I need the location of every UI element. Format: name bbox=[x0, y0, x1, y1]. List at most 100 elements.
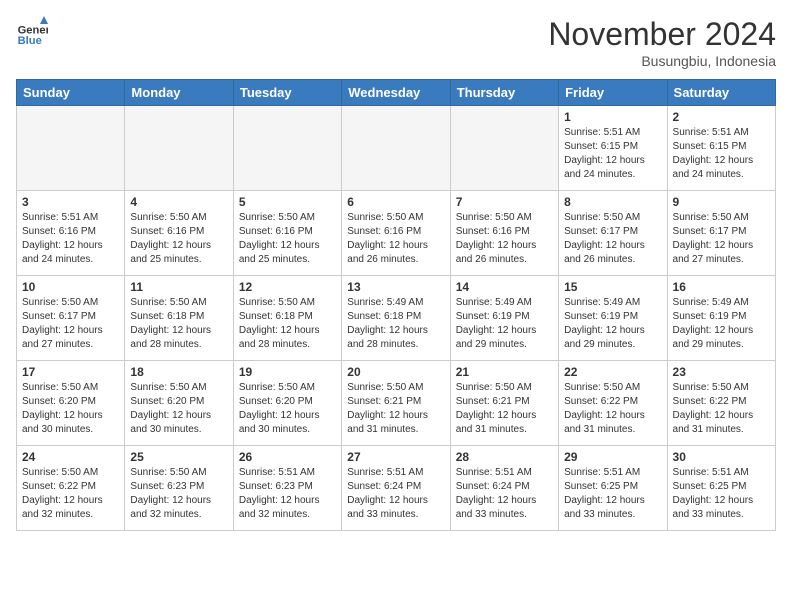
title-section: November 2024 Busungbiu, Indonesia bbox=[548, 16, 776, 69]
day-info: Sunrise: 5:50 AM Sunset: 6:21 PM Dayligh… bbox=[347, 381, 444, 437]
calendar-cell: 17 Sunrise: 5:50 AM Sunset: 6:20 PM Dayli… bbox=[17, 361, 125, 446]
day-number: 7 bbox=[456, 195, 553, 209]
day-info: Sunrise: 5:51 AM Sunset: 6:15 PM Dayligh… bbox=[564, 126, 661, 182]
calendar-cell: 5 Sunrise: 5:50 AM Sunset: 6:16 PM Daylig… bbox=[233, 191, 341, 276]
day-number: 9 bbox=[673, 195, 770, 209]
day-info: Sunrise: 5:50 AM Sunset: 6:16 PM Dayligh… bbox=[347, 211, 444, 267]
logo: General Blue bbox=[16, 16, 48, 48]
weekday-header-row: SundayMondayTuesdayWednesdayThursdayFrid… bbox=[17, 80, 776, 106]
calendar-cell bbox=[233, 106, 341, 191]
weekday-header-friday: Friday bbox=[559, 80, 667, 106]
day-number: 24 bbox=[22, 450, 119, 464]
calendar-cell: 2Sunrise: 5:51 AM Sunset: 6:15 PM Daylig… bbox=[667, 106, 775, 191]
day-info: Sunrise: 5:49 AM Sunset: 6:19 PM Dayligh… bbox=[673, 296, 770, 352]
day-info: Sunrise: 5:50 AM Sunset: 6:20 PM Dayligh… bbox=[22, 381, 119, 437]
day-info: Sunrise: 5:50 AM Sunset: 6:17 PM Dayligh… bbox=[22, 296, 119, 352]
logo-icon: General Blue bbox=[16, 16, 48, 48]
day-info: Sunrise: 5:51 AM Sunset: 6:25 PM Dayligh… bbox=[673, 466, 770, 522]
day-number: 2 bbox=[673, 110, 770, 124]
calendar-cell: 16 Sunrise: 5:49 AM Sunset: 6:19 PM Dayli… bbox=[667, 276, 775, 361]
calendar-cell: 20 Sunrise: 5:50 AM Sunset: 6:21 PM Dayli… bbox=[342, 361, 450, 446]
weekday-header-monday: Monday bbox=[125, 80, 233, 106]
calendar-cell: 15 Sunrise: 5:49 AM Sunset: 6:19 PM Dayli… bbox=[559, 276, 667, 361]
calendar-cell: 28 Sunrise: 5:51 AM Sunset: 6:24 PM Dayli… bbox=[450, 446, 558, 531]
calendar-cell: 13 Sunrise: 5:49 AM Sunset: 6:18 PM Dayli… bbox=[342, 276, 450, 361]
day-number: 6 bbox=[347, 195, 444, 209]
day-number: 17 bbox=[22, 365, 119, 379]
day-info: Sunrise: 5:51 AM Sunset: 6:24 PM Dayligh… bbox=[456, 466, 553, 522]
day-info: Sunrise: 5:50 AM Sunset: 6:22 PM Dayligh… bbox=[673, 381, 770, 437]
day-number: 12 bbox=[239, 280, 336, 294]
calendar-cell: 1 Sunrise: 5:51 AM Sunset: 6:15 PM Daylig… bbox=[559, 106, 667, 191]
day-info: Sunrise: 5:49 AM Sunset: 6:19 PM Dayligh… bbox=[564, 296, 661, 352]
day-number: 20 bbox=[347, 365, 444, 379]
calendar-cell: 3 Sunrise: 5:51 AM Sunset: 6:16 PM Daylig… bbox=[17, 191, 125, 276]
calendar-cell: 26 Sunrise: 5:51 AM Sunset: 6:23 PM Dayli… bbox=[233, 446, 341, 531]
day-info: Sunrise: 5:49 AM Sunset: 6:18 PM Dayligh… bbox=[347, 296, 444, 352]
day-info: Sunrise: 5:50 AM Sunset: 6:21 PM Dayligh… bbox=[456, 381, 553, 437]
week-row-4: 17 Sunrise: 5:50 AM Sunset: 6:20 PM Dayli… bbox=[17, 361, 776, 446]
location-subtitle: Busungbiu, Indonesia bbox=[548, 53, 776, 69]
week-row-1: 1 Sunrise: 5:51 AM Sunset: 6:15 PM Daylig… bbox=[17, 106, 776, 191]
day-number: 5 bbox=[239, 195, 336, 209]
calendar-cell: 18Sunrise: 5:50 AM Sunset: 6:20 PM Dayli… bbox=[125, 361, 233, 446]
calendar-cell: 23 Sunrise: 5:50 AM Sunset: 6:22 PM Dayli… bbox=[667, 361, 775, 446]
calendar-cell: 4 Sunrise: 5:50 AM Sunset: 6:16 PM Daylig… bbox=[125, 191, 233, 276]
calendar-cell bbox=[342, 106, 450, 191]
day-number: 1 bbox=[564, 110, 661, 124]
day-number: 22 bbox=[564, 365, 661, 379]
day-number: 21 bbox=[456, 365, 553, 379]
day-number: 25 bbox=[130, 450, 227, 464]
day-info: Sunrise: 5:50 AM Sunset: 6:16 PM Dayligh… bbox=[130, 211, 227, 267]
day-number: 28 bbox=[456, 450, 553, 464]
weekday-header-thursday: Thursday bbox=[450, 80, 558, 106]
week-row-2: 3 Sunrise: 5:51 AM Sunset: 6:16 PM Daylig… bbox=[17, 191, 776, 276]
weekday-header-wednesday: Wednesday bbox=[342, 80, 450, 106]
month-title: November 2024 bbox=[548, 16, 776, 53]
calendar-cell bbox=[450, 106, 558, 191]
day-info: Sunrise: 5:51 AM Sunset: 6:25 PM Dayligh… bbox=[564, 466, 661, 522]
day-info: Sunrise: 5:50 AM Sunset: 6:20 PM Dayligh… bbox=[239, 381, 336, 437]
day-number: 29 bbox=[564, 450, 661, 464]
day-info: Sunrise: 5:51 AM Sunset: 6:23 PM Dayligh… bbox=[239, 466, 336, 522]
day-number: 8 bbox=[564, 195, 661, 209]
calendar-cell: 21 Sunrise: 5:50 AM Sunset: 6:21 PM Dayli… bbox=[450, 361, 558, 446]
day-number: 13 bbox=[347, 280, 444, 294]
calendar-cell: 8 Sunrise: 5:50 AM Sunset: 6:17 PM Daylig… bbox=[559, 191, 667, 276]
day-number: 10 bbox=[22, 280, 119, 294]
calendar-cell: 22 Sunrise: 5:50 AM Sunset: 6:22 PM Dayli… bbox=[559, 361, 667, 446]
calendar-cell: 9 Sunrise: 5:50 AM Sunset: 6:17 PM Daylig… bbox=[667, 191, 775, 276]
calendar-cell: 12 Sunrise: 5:50 AM Sunset: 6:18 PM Dayli… bbox=[233, 276, 341, 361]
day-info: Sunrise: 5:50 AM Sunset: 6:22 PM Dayligh… bbox=[22, 466, 119, 522]
week-row-5: 24 Sunrise: 5:50 AM Sunset: 6:22 PM Dayli… bbox=[17, 446, 776, 531]
day-number: 14 bbox=[456, 280, 553, 294]
calendar-cell: 25 Sunrise: 5:50 AM Sunset: 6:23 PM Dayli… bbox=[125, 446, 233, 531]
day-info: Sunrise: 5:50 AM Sunset: 6:17 PM Dayligh… bbox=[673, 211, 770, 267]
calendar-cell: 10 Sunrise: 5:50 AM Sunset: 6:17 PM Dayli… bbox=[17, 276, 125, 361]
calendar-cell: 11Sunrise: 5:50 AM Sunset: 6:18 PM Dayli… bbox=[125, 276, 233, 361]
calendar-cell: 19 Sunrise: 5:50 AM Sunset: 6:20 PM Dayli… bbox=[233, 361, 341, 446]
day-number: 18 bbox=[130, 365, 227, 379]
day-number: 15 bbox=[564, 280, 661, 294]
day-number: 3 bbox=[22, 195, 119, 209]
calendar-cell bbox=[125, 106, 233, 191]
calendar-cell: 7Sunrise: 5:50 AM Sunset: 6:16 PM Daylig… bbox=[450, 191, 558, 276]
weekday-header-saturday: Saturday bbox=[667, 80, 775, 106]
day-info: Sunrise: 5:50 AM Sunset: 6:22 PM Dayligh… bbox=[564, 381, 661, 437]
day-number: 30 bbox=[673, 450, 770, 464]
day-info: Sunrise: 5:51 AM Sunset: 6:16 PM Dayligh… bbox=[22, 211, 119, 267]
day-info: Sunrise: 5:50 AM Sunset: 6:17 PM Dayligh… bbox=[564, 211, 661, 267]
day-number: 19 bbox=[239, 365, 336, 379]
day-number: 16 bbox=[673, 280, 770, 294]
svg-text:Blue: Blue bbox=[18, 35, 42, 47]
calendar-cell: 30 Sunrise: 5:51 AM Sunset: 6:25 PM Dayli… bbox=[667, 446, 775, 531]
weekday-header-tuesday: Tuesday bbox=[233, 80, 341, 106]
day-info: Sunrise: 5:50 AM Sunset: 6:16 PM Dayligh… bbox=[239, 211, 336, 267]
day-number: 26 bbox=[239, 450, 336, 464]
day-number: 23 bbox=[673, 365, 770, 379]
calendar-cell bbox=[17, 106, 125, 191]
day-info: Sunrise: 5:50 AM Sunset: 6:23 PM Dayligh… bbox=[130, 466, 227, 522]
calendar-cell: 29 Sunrise: 5:51 AM Sunset: 6:25 PM Dayli… bbox=[559, 446, 667, 531]
day-info: Sunrise: 5:50 AM Sunset: 6:18 PM Dayligh… bbox=[239, 296, 336, 352]
day-number: 4 bbox=[130, 195, 227, 209]
